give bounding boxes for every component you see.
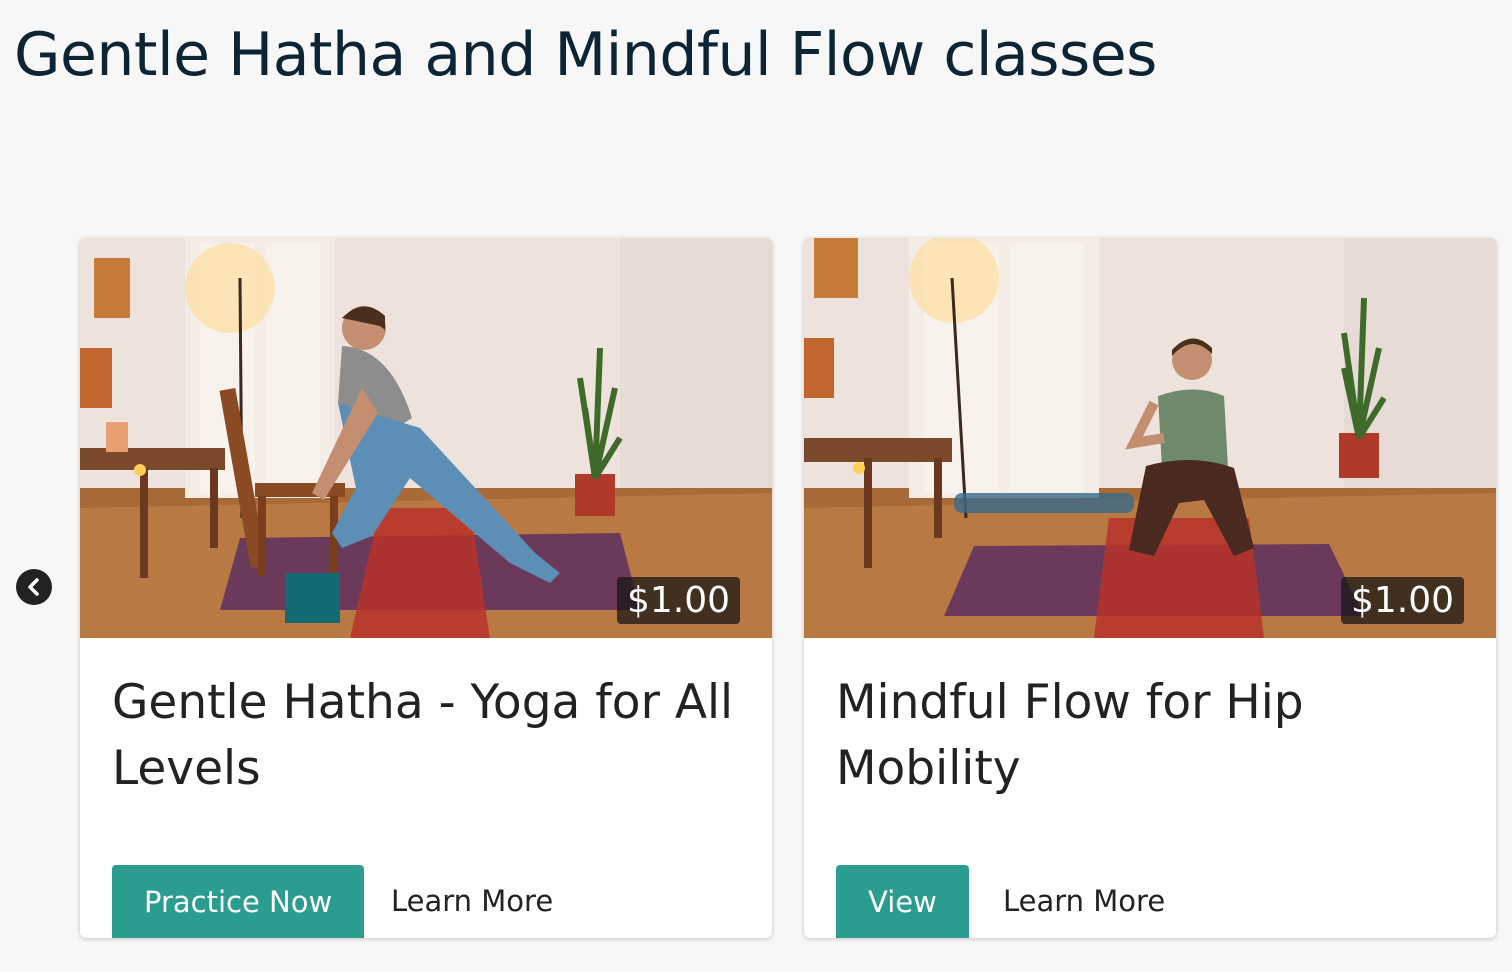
page: Gentle Hatha and Mindful Flow classes $1…	[0, 0, 1512, 972]
card-title[interactable]: Gentle Hatha - Yoga for All Levels	[112, 670, 742, 802]
learn-more-link[interactable]: Learn More	[391, 884, 553, 918]
class-card: $1.00 Gentle Hatha - Yoga for All Levels…	[80, 238, 772, 938]
learn-more-link[interactable]: Learn More	[1003, 884, 1165, 918]
class-thumbnail[interactable]: $1.00	[804, 238, 1496, 638]
class-thumbnail[interactable]: $1.00	[80, 238, 772, 638]
class-card: $1.00 Mindful Flow for Hip Mobility View…	[804, 238, 1496, 938]
chevron-left-icon	[28, 578, 39, 596]
card-title[interactable]: Mindful Flow for Hip Mobility	[836, 670, 1466, 802]
price-badge: $1.00	[616, 577, 740, 624]
view-button[interactable]: View	[836, 865, 969, 938]
price-badge: $1.00	[1340, 577, 1464, 624]
page-title: Gentle Hatha and Mindful Flow classes	[14, 20, 1157, 90]
practice-now-button[interactable]: Practice Now	[112, 865, 365, 938]
carousel-prev-button[interactable]	[16, 569, 52, 605]
